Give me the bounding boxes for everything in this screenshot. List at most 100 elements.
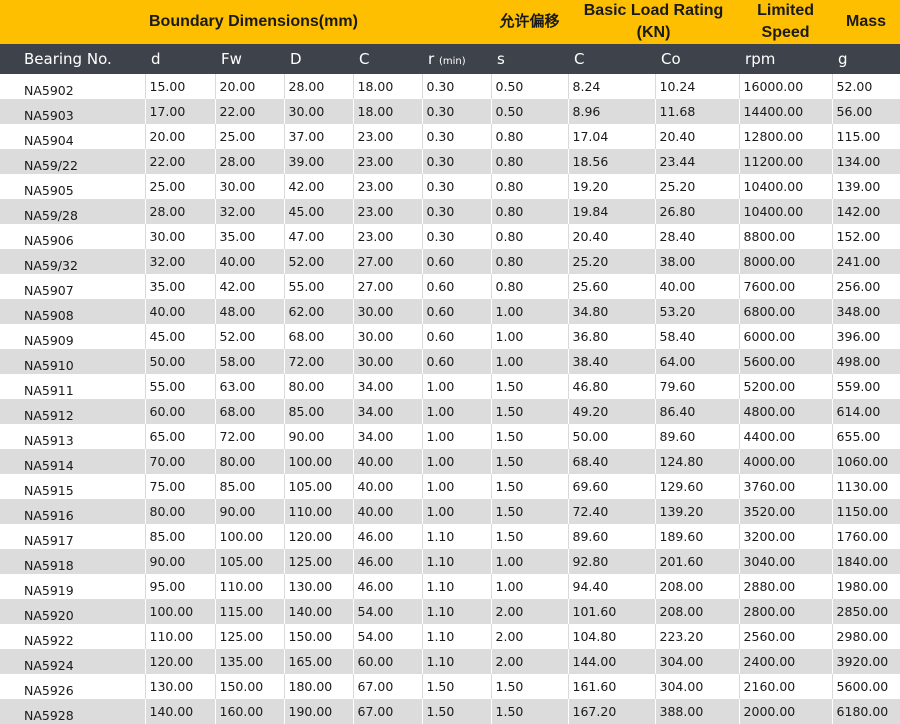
table-row: NA5911 55.00 63.00 80.00 34.00 1.00 1.50 46.80 7…: [0, 374, 900, 399]
header-spacer: [0, 0, 145, 44]
column-header: Fw: [215, 44, 284, 74]
table-row: NA5913 65.00 72.00 90.00 34.00 1.00 1.50 50.00 8…: [0, 424, 900, 449]
table-cell: 0.80: [491, 149, 569, 174]
group-header-row: Boundary Dimensions(mm) 允许偏移 Basic Load …: [0, 0, 900, 44]
table-cell: 559.00: [832, 374, 900, 399]
table-cell: 1.50: [491, 399, 569, 424]
table-cell: 10400.00: [739, 199, 833, 224]
table-cell: 2980.00: [832, 624, 900, 649]
table-cell: 58.40: [655, 324, 740, 349]
table-cell: 69.60: [568, 474, 656, 499]
table-cell: 1.00: [491, 549, 569, 574]
table-cell: 60.00: [353, 649, 423, 674]
table-cell: 30.00: [145, 224, 216, 249]
limited-speed-header: Limited Speed: [739, 0, 833, 44]
table-cell: 0.30: [422, 199, 492, 224]
table-row: NA5904 20.00 25.00 37.00 23.00 0.30 0.80 17.04 2…: [0, 124, 900, 149]
table-cell: 72.40: [568, 499, 656, 524]
table-cell: 46.00: [353, 574, 423, 599]
bearing-number-cell: NA5905: [0, 174, 146, 199]
table-row: NA5920 100.00 115.00 140.00 54.00 1.10 2.00 101…: [0, 599, 900, 624]
table-cell: 34.00: [353, 424, 423, 449]
table-cell: 39.00: [284, 149, 354, 174]
table-cell: 101.60: [568, 599, 656, 624]
column-header: D: [284, 44, 353, 74]
table-cell: 23.44: [655, 149, 740, 174]
table-cell: 105.00: [284, 474, 354, 499]
table-cell: 134.00: [832, 149, 900, 174]
table-cell: 12800.00: [739, 124, 833, 149]
table-cell: 40.00: [353, 499, 423, 524]
table-cell: 50.00: [568, 424, 656, 449]
table-row: NA59/32 32.00 40.00 52.00 27.00 0.60 0.80 25.20…: [0, 249, 900, 274]
table-cell: 0.60: [422, 274, 492, 299]
column-header-label: d: [151, 50, 161, 68]
table-cell: 30.00: [353, 324, 423, 349]
table-cell: 90.00: [145, 549, 216, 574]
table-cell: 0.30: [422, 74, 492, 99]
table-cell: 27.00: [353, 249, 423, 274]
column-header: rpm: [739, 44, 833, 74]
table-cell: 75.00: [145, 474, 216, 499]
table-cell: 1980.00: [832, 574, 900, 599]
table-cell: 1.50: [491, 474, 569, 499]
table-cell: 34.00: [353, 399, 423, 424]
column-header-label: C: [359, 50, 370, 68]
column-header: s: [491, 44, 569, 74]
table-cell: 90.00: [215, 499, 285, 524]
table-row: NA5915 75.00 85.00 105.00 40.00 1.00 1.50 69.60…: [0, 474, 900, 499]
table-cell: 140.00: [145, 699, 216, 724]
table-cell: 40.00: [353, 474, 423, 499]
bearing-number-cell: NA5907: [0, 274, 146, 299]
table-row: NA5905 25.00 30.00 42.00 23.00 0.30 0.80 19.20 2…: [0, 174, 900, 199]
table-cell: 152.00: [832, 224, 900, 249]
table-cell: 32.00: [145, 249, 216, 274]
table-cell: 17.04: [568, 124, 656, 149]
table-cell: 0.60: [422, 324, 492, 349]
table-cell: 11.68: [655, 99, 740, 124]
table-cell: 142.00: [832, 199, 900, 224]
table-cell: 201.60: [655, 549, 740, 574]
table-cell: 18.00: [353, 99, 423, 124]
table-cell: 115.00: [832, 124, 900, 149]
table-cell: 53.20: [655, 299, 740, 324]
table-row: NA5919 95.00 110.00 130.00 46.00 1.10 1.00 94.4…: [0, 574, 900, 599]
table-cell: 52.00: [832, 74, 900, 99]
table-cell: 1.10: [422, 549, 492, 574]
table-cell: 0.30: [422, 224, 492, 249]
table-cell: 1840.00: [832, 549, 900, 574]
table-cell: 60.00: [145, 399, 216, 424]
table-cell: 0.30: [422, 149, 492, 174]
table-cell: 1.00: [422, 449, 492, 474]
table-cell: 42.00: [215, 274, 285, 299]
table-cell: 2850.00: [832, 599, 900, 624]
table-cell: 32.00: [215, 199, 285, 224]
column-header: C: [568, 44, 656, 74]
table-cell: 22.00: [145, 149, 216, 174]
table-cell: 2400.00: [739, 649, 833, 674]
bearing-number-cell: NA5915: [0, 474, 146, 499]
table-cell: 16000.00: [739, 74, 833, 99]
table-cell: 1.00: [491, 349, 569, 374]
table-cell: 25.00: [145, 174, 216, 199]
table-cell: 130.00: [145, 674, 216, 699]
table-cell: 1.00: [422, 499, 492, 524]
table-body: NA5902 15.00 20.00 28.00 18.00 0.30 0.50 8.24 10…: [0, 74, 900, 724]
table-cell: 2800.00: [739, 599, 833, 624]
table-cell: 46.00: [353, 549, 423, 574]
bearing-number-cell: NA5917: [0, 524, 146, 549]
table-row: NA5907 35.00 42.00 55.00 27.00 0.60 0.80 25.60 4…: [0, 274, 900, 299]
table-cell: 42.00: [284, 174, 354, 199]
allowed-offset-header: 允许偏移: [491, 0, 569, 44]
table-cell: 38.40: [568, 349, 656, 374]
table-cell: 1.10: [422, 599, 492, 624]
table-cell: 4800.00: [739, 399, 833, 424]
bearing-number-cell: NA5919: [0, 574, 146, 599]
table-cell: 34.80: [568, 299, 656, 324]
boundary-dimensions-header: Boundary Dimensions(mm): [145, 0, 492, 44]
table-cell: 1760.00: [832, 524, 900, 549]
table-cell: 92.80: [568, 549, 656, 574]
bearing-number-cell: NA5914: [0, 449, 146, 474]
bearing-number-cell: NA5924: [0, 649, 146, 674]
table-cell: 17.00: [145, 99, 216, 124]
